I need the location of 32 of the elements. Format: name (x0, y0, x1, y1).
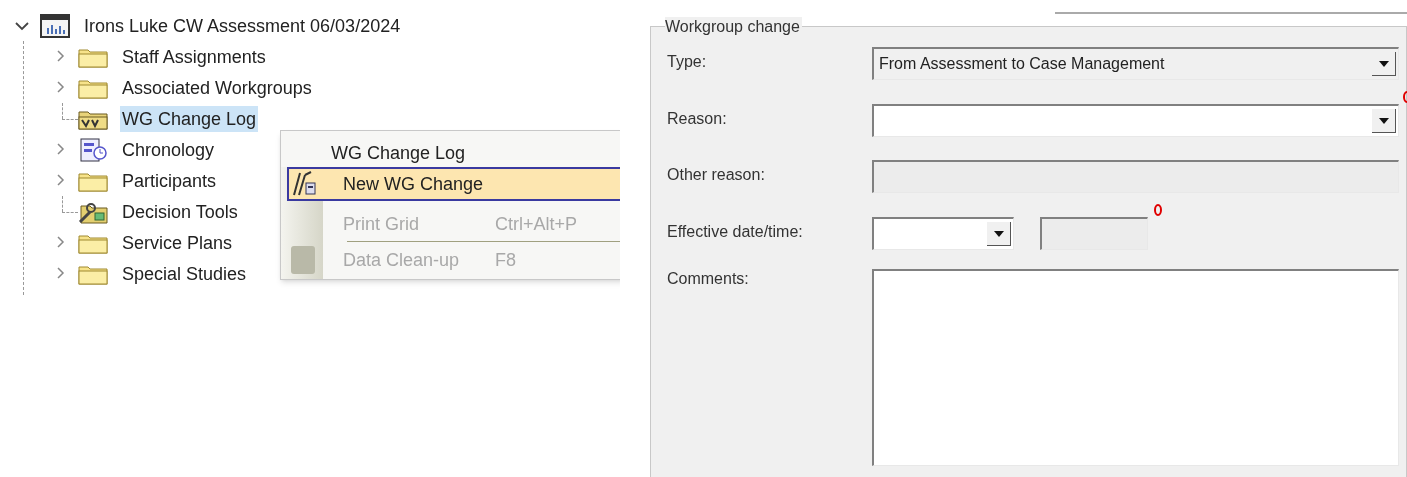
tree-node-label[interactable]: Irons Luke CW Assessment 06/03/2024 (84, 13, 401, 38)
chart-icon (40, 13, 70, 38)
chevron-icon[interactable] (56, 174, 66, 186)
menu-item[interactable]: New WG Change (287, 167, 620, 201)
tree-node-label[interactable]: Service Plans (120, 229, 235, 256)
square-icon (291, 246, 315, 274)
chevron-icon[interactable] (56, 50, 66, 62)
tree-node-label[interactable]: WG Change Log (120, 105, 259, 132)
chevron-icon[interactable] (56, 81, 66, 93)
date-field[interactable] (872, 217, 1014, 250)
field-label: Comments: (667, 269, 749, 289)
tree-node-label[interactable]: Chronology (120, 136, 217, 163)
chevron-icon[interactable] (56, 267, 66, 279)
comments-field[interactable] (872, 269, 1399, 466)
time-field[interactable] (1040, 217, 1148, 250)
pencil-icon (291, 171, 317, 197)
tree-node-label[interactable]: Staff Assignments (120, 43, 268, 70)
tree-node-label[interactable]: Decision Tools (120, 198, 240, 225)
caret-icon[interactable] (14, 19, 30, 32)
group-legend: Workgroup change (665, 17, 802, 37)
chevron-icon[interactable] (56, 236, 66, 248)
menu-title: WG Change Log (331, 142, 466, 165)
field-label: Reason: (667, 109, 727, 129)
tree-node-label[interactable]: Associated Workgroups (120, 74, 314, 101)
tree-node-label[interactable]: Participants (120, 167, 219, 194)
calendar-icon (78, 137, 108, 162)
dropdown-field[interactable] (872, 104, 1399, 137)
field-label: Effective date/time: (667, 222, 803, 242)
field-label: Type: (667, 52, 707, 72)
field-label: Other reason: (667, 165, 765, 185)
chevron-icon[interactable] (56, 143, 66, 155)
tree-node-label[interactable]: Special Studies (120, 260, 249, 287)
